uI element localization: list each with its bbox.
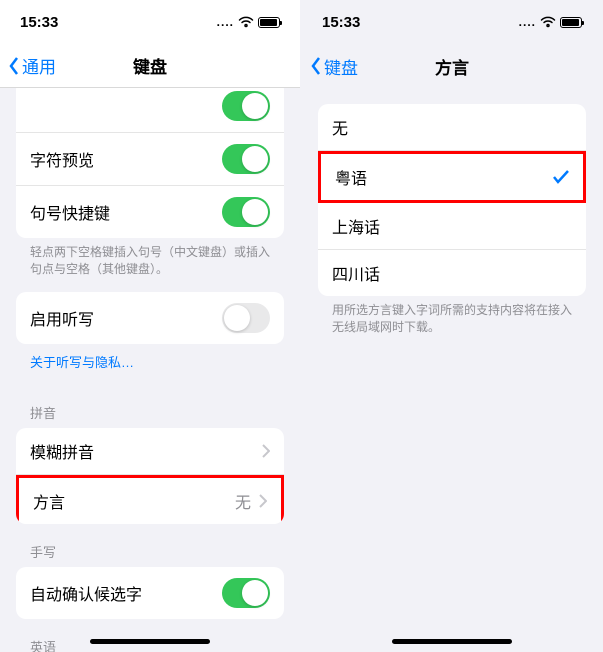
home-indicator[interactable] [392,639,512,644]
group-dictation: 启用听写 [16,292,284,344]
row-label: 上海话 [332,214,380,238]
group-pinyin: 模糊拼音 方言 无 [16,428,284,524]
signal-icon: .... [519,15,536,29]
header-handwrite: 手写 [0,524,300,567]
wifi-icon [238,16,254,28]
row-label: 句号快捷键 [30,200,110,224]
row-label: 粤语 [335,165,367,189]
row-period-shortcut[interactable]: 句号快捷键 [16,186,284,238]
row-shanghainese[interactable]: 上海话 [318,203,586,250]
content: 字符预览 句号快捷键 轻点两下空格键插入句号（中文键盘）或插入句点与空格（其他键… [0,88,300,652]
toggle[interactable] [222,91,270,121]
row-label: 启用听写 [30,306,94,330]
row-label: 无 [332,115,348,139]
row-sichuanese[interactable]: 四川话 [318,250,586,296]
nav-bar: 通用 键盘 [0,44,300,88]
status-time: 15:33 [20,14,58,31]
header-english: 英语 [0,619,300,652]
row-label: 方言 [33,489,65,513]
check-icon [553,170,569,184]
screen-dialect: 15:33 .... 键盘 方言 无 粤语 上海话 四川话 [302,0,602,652]
toggle[interactable] [222,197,270,227]
chevron-right-icon [259,494,267,508]
row-label: 字符预览 [30,147,94,171]
row-partial[interactable] [16,88,284,133]
signal-icon: .... [217,15,234,29]
status-time: 15:33 [322,14,360,31]
chevron-left-icon [8,56,20,76]
toggle[interactable] [222,578,270,608]
row-char-preview[interactable]: 字符预览 [16,133,284,186]
group-dialects: 无 粤语 上海话 四川话 [318,104,586,296]
back-button[interactable]: 通用 [0,53,56,78]
dialect-value: 无 [235,489,251,513]
header-pinyin: 拼音 [0,385,300,428]
page-title: 键盘 [133,53,167,78]
page-title: 方言 [435,54,469,79]
row-cantonese[interactable]: 粤语 [318,151,586,203]
toggle[interactable] [222,144,270,174]
disclosure [262,444,270,458]
toggle[interactable] [222,303,270,333]
group-handwrite: 自动确认候选字 [16,567,284,619]
battery-icon [560,17,582,28]
battery-icon [258,17,280,28]
row-label: 四川话 [332,261,380,285]
group-general: 字符预览 句号快捷键 [16,88,284,238]
chevron-right-icon [262,444,270,458]
status-indicators: .... [519,15,582,29]
screen-keyboard: 15:33 .... 通用 键盘 字符预览 句号快捷键 [0,0,300,652]
row-label: 自动确认候选字 [30,581,142,605]
status-bar: 15:33 .... [302,0,602,44]
row-dictation[interactable]: 启用听写 [16,292,284,344]
back-label: 通用 [22,53,56,78]
row-none[interactable]: 无 [318,104,586,151]
content: 无 粤语 上海话 四川话 用所选方言键入字词所需的支持内容将在接入无线局域网时下… [302,88,602,652]
home-indicator[interactable] [90,639,210,644]
row-fuzzy-pinyin[interactable]: 模糊拼音 [16,428,284,475]
row-label: 模糊拼音 [30,439,94,463]
nav-bar: 键盘 方言 [302,44,602,88]
wifi-icon [540,16,556,28]
chevron-left-icon [310,56,322,76]
status-indicators: .... [217,15,280,29]
footnote: 用所选方言键入字词所需的支持内容将在接入无线局域网时下载。 [302,296,602,350]
row-auto-confirm[interactable]: 自动确认候选字 [16,567,284,619]
back-button[interactable]: 键盘 [302,54,358,79]
row-dialect[interactable]: 方言 无 [16,475,284,524]
dictation-privacy-link[interactable]: 关于听写与隐私… [0,344,300,385]
row-value: 无 [235,489,267,513]
footnote: 轻点两下空格键插入句号（中文键盘）或插入句点与空格（其他键盘）。 [0,238,300,292]
status-bar: 15:33 .... [0,0,300,44]
back-label: 键盘 [324,54,358,79]
